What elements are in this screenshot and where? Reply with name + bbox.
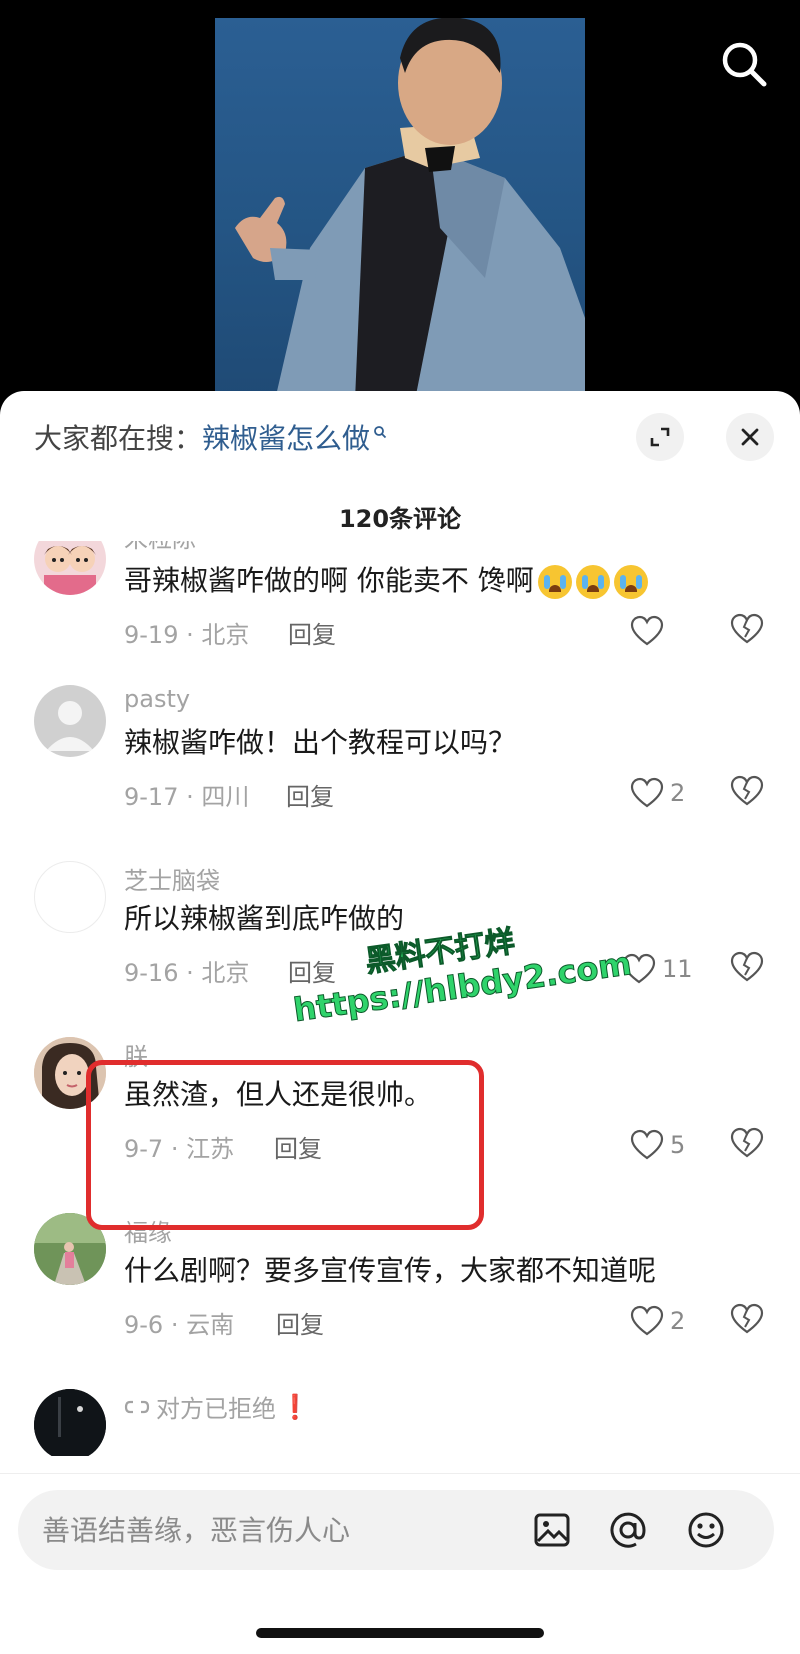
crying-emoji-icon <box>537 565 572 599</box>
mention-button[interactable] <box>608 1510 648 1550</box>
man-in-suit-photo <box>235 18 585 400</box>
crying-emoji-icon <box>613 565 648 599</box>
dislike-button[interactable] <box>730 951 766 987</box>
dislike-button[interactable] <box>730 1127 766 1163</box>
comment-item: 芝士脑袋 所以辣椒酱到底咋做的 9-16 · 北京 回复 11 <box>0 861 800 1037</box>
video-frame-photo <box>215 18 585 400</box>
comment-text: 哥辣椒酱咋做的啊 你能卖不 馋啊 <box>124 559 648 599</box>
comment-item: 福缘 什么剧啊？要多宣传宣传，大家都不知道呢 9-6 · 云南 回复 2 <box>0 1213 800 1389</box>
default-user-avatar-icon <box>46 701 94 751</box>
broken-heart-icon <box>730 613 764 644</box>
dislike-button[interactable] <box>730 1303 766 1339</box>
comment-text-body: 哥辣椒酱咋做的啊 你能卖不 馋啊 <box>124 564 534 597</box>
avatar[interactable] <box>34 861 106 933</box>
like-button[interactable]: 5 <box>630 1127 685 1163</box>
close-button[interactable] <box>726 413 774 461</box>
dislike-button[interactable] <box>730 613 766 649</box>
avatar[interactable] <box>34 1389 106 1456</box>
heart-icon <box>630 777 664 808</box>
woman-photo-avatar <box>34 1037 106 1109</box>
comment-item: 对方已拒绝 ❗ <box>0 1389 800 1456</box>
heart-icon <box>630 615 664 646</box>
avatar[interactable] <box>34 685 106 757</box>
small-search-icon <box>374 426 387 439</box>
broken-heart-icon <box>730 951 764 982</box>
commenter-name[interactable]: 朕 <box>124 1037 148 1072</box>
heart-icon <box>622 953 656 984</box>
heart-icon <box>630 1129 664 1160</box>
avatar[interactable] <box>34 1213 106 1285</box>
commenter-name[interactable]: 对方已拒绝 ❗ <box>124 1389 310 1424</box>
reply-button[interactable]: 回复 <box>286 777 334 812</box>
avatar[interactable] <box>34 1037 106 1109</box>
heart-icon <box>630 1305 664 1336</box>
search-button[interactable] <box>718 38 770 90</box>
expand-button[interactable] <box>636 413 684 461</box>
like-button[interactable]: 2 <box>630 1303 685 1339</box>
hot-search-query-link[interactable]: 辣椒酱怎么做 <box>202 417 370 457</box>
link-icon <box>124 1400 150 1413</box>
emoji-icon <box>688 1512 724 1548</box>
like-button[interactable]: 11 <box>622 951 693 987</box>
commenter-name[interactable]: 芝士脑袋 <box>124 861 220 896</box>
comment-sheet: 大家都在搜： 辣椒酱怎么做 120条评论 哥辣椒酱咋做的啊 你能卖不 馋啊 9-… <box>0 391 800 1654</box>
cartoon-couple-avatar <box>44 546 96 595</box>
dislike-button[interactable] <box>730 775 766 811</box>
avatar[interactable] <box>34 541 106 595</box>
commenter-name[interactable]: 福缘 <box>124 1213 172 1248</box>
like-button[interactable] <box>630 613 670 649</box>
close-icon <box>741 428 759 446</box>
comment-input-bar <box>0 1473 800 1654</box>
reply-button[interactable]: 回复 <box>288 615 336 650</box>
commenter-name[interactable]: pasty <box>124 685 190 713</box>
comment-count: 120条评论 <box>338 505 462 533</box>
broken-heart-icon <box>730 775 764 806</box>
image-button[interactable] <box>532 1510 572 1550</box>
comment-text: 虽然渣，但人还是很帅。 <box>124 1078 433 1111</box>
comment-item: 宋粒陈 哥辣椒酱咋做的啊 你能卖不 馋啊 9-19 · 北京 回复 <box>0 541 800 699</box>
comment-date-location: 9-17 · 四川 <box>124 783 250 811</box>
image-icon <box>534 1513 570 1547</box>
comment-date-location: 9-16 · 北京 <box>124 959 250 987</box>
crying-emoji-icon <box>575 565 610 599</box>
comment-text: 所以辣椒酱到底咋做的 <box>124 902 405 935</box>
hot-search-bar[interactable]: 大家都在搜： 辣椒酱怎么做 <box>34 417 387 457</box>
reply-button[interactable]: 回复 <box>274 1129 322 1164</box>
like-count: 2 <box>670 779 686 807</box>
emoji-button[interactable] <box>686 1510 726 1550</box>
like-count: 2 <box>670 1307 686 1335</box>
warning-exclamation-icon: ❗ <box>280 1392 310 1421</box>
comment-item: pasty 辣椒酱咋做！出个教程可以吗？ 9-17 · 四川 回复 2 <box>0 685 800 861</box>
search-icon <box>722 42 767 87</box>
expand-icon <box>650 427 670 447</box>
comment-date-location: 9-6 · 云南 <box>124 1311 235 1339</box>
like-count: 11 <box>662 955 693 983</box>
comment-list: 宋粒陈 哥辣椒酱咋做的啊 你能卖不 馋啊 9-19 · 北京 回复 p <box>0 541 800 1456</box>
comment-date-location: 9-19 · 北京 <box>124 621 250 649</box>
night-photo-avatar <box>34 1389 106 1456</box>
comment-item: 朕 虽然渣，但人还是很帅。 9-7 · 江苏 回复 5 <box>0 1037 800 1213</box>
outdoor-photo-avatar <box>34 1213 106 1285</box>
reply-button[interactable]: 回复 <box>276 1305 324 1340</box>
broken-heart-icon <box>730 1303 764 1334</box>
broken-heart-icon <box>730 1127 764 1158</box>
hot-search-prefix: 大家都在搜： <box>34 422 203 455</box>
at-icon <box>610 1512 646 1548</box>
comment-input-pill <box>18 1490 774 1570</box>
comment-text: 辣椒酱咋做！出个教程可以吗？ <box>124 726 517 759</box>
comment-text: 什么剧啊？要多宣传宣传，大家都不知道呢 <box>124 1254 657 1287</box>
home-indicator <box>256 1628 544 1638</box>
comment-input[interactable] <box>42 1490 522 1570</box>
like-count: 5 <box>670 1131 686 1159</box>
reply-button[interactable]: 回复 <box>288 953 336 988</box>
video-area <box>0 0 800 400</box>
commenter-name-text: 对方已拒绝 <box>156 1395 276 1423</box>
commenter-name[interactable]: 宋粒陈 <box>124 541 196 554</box>
like-button[interactable]: 2 <box>630 775 685 811</box>
comment-date-location: 9-7 · 江苏 <box>124 1135 235 1163</box>
